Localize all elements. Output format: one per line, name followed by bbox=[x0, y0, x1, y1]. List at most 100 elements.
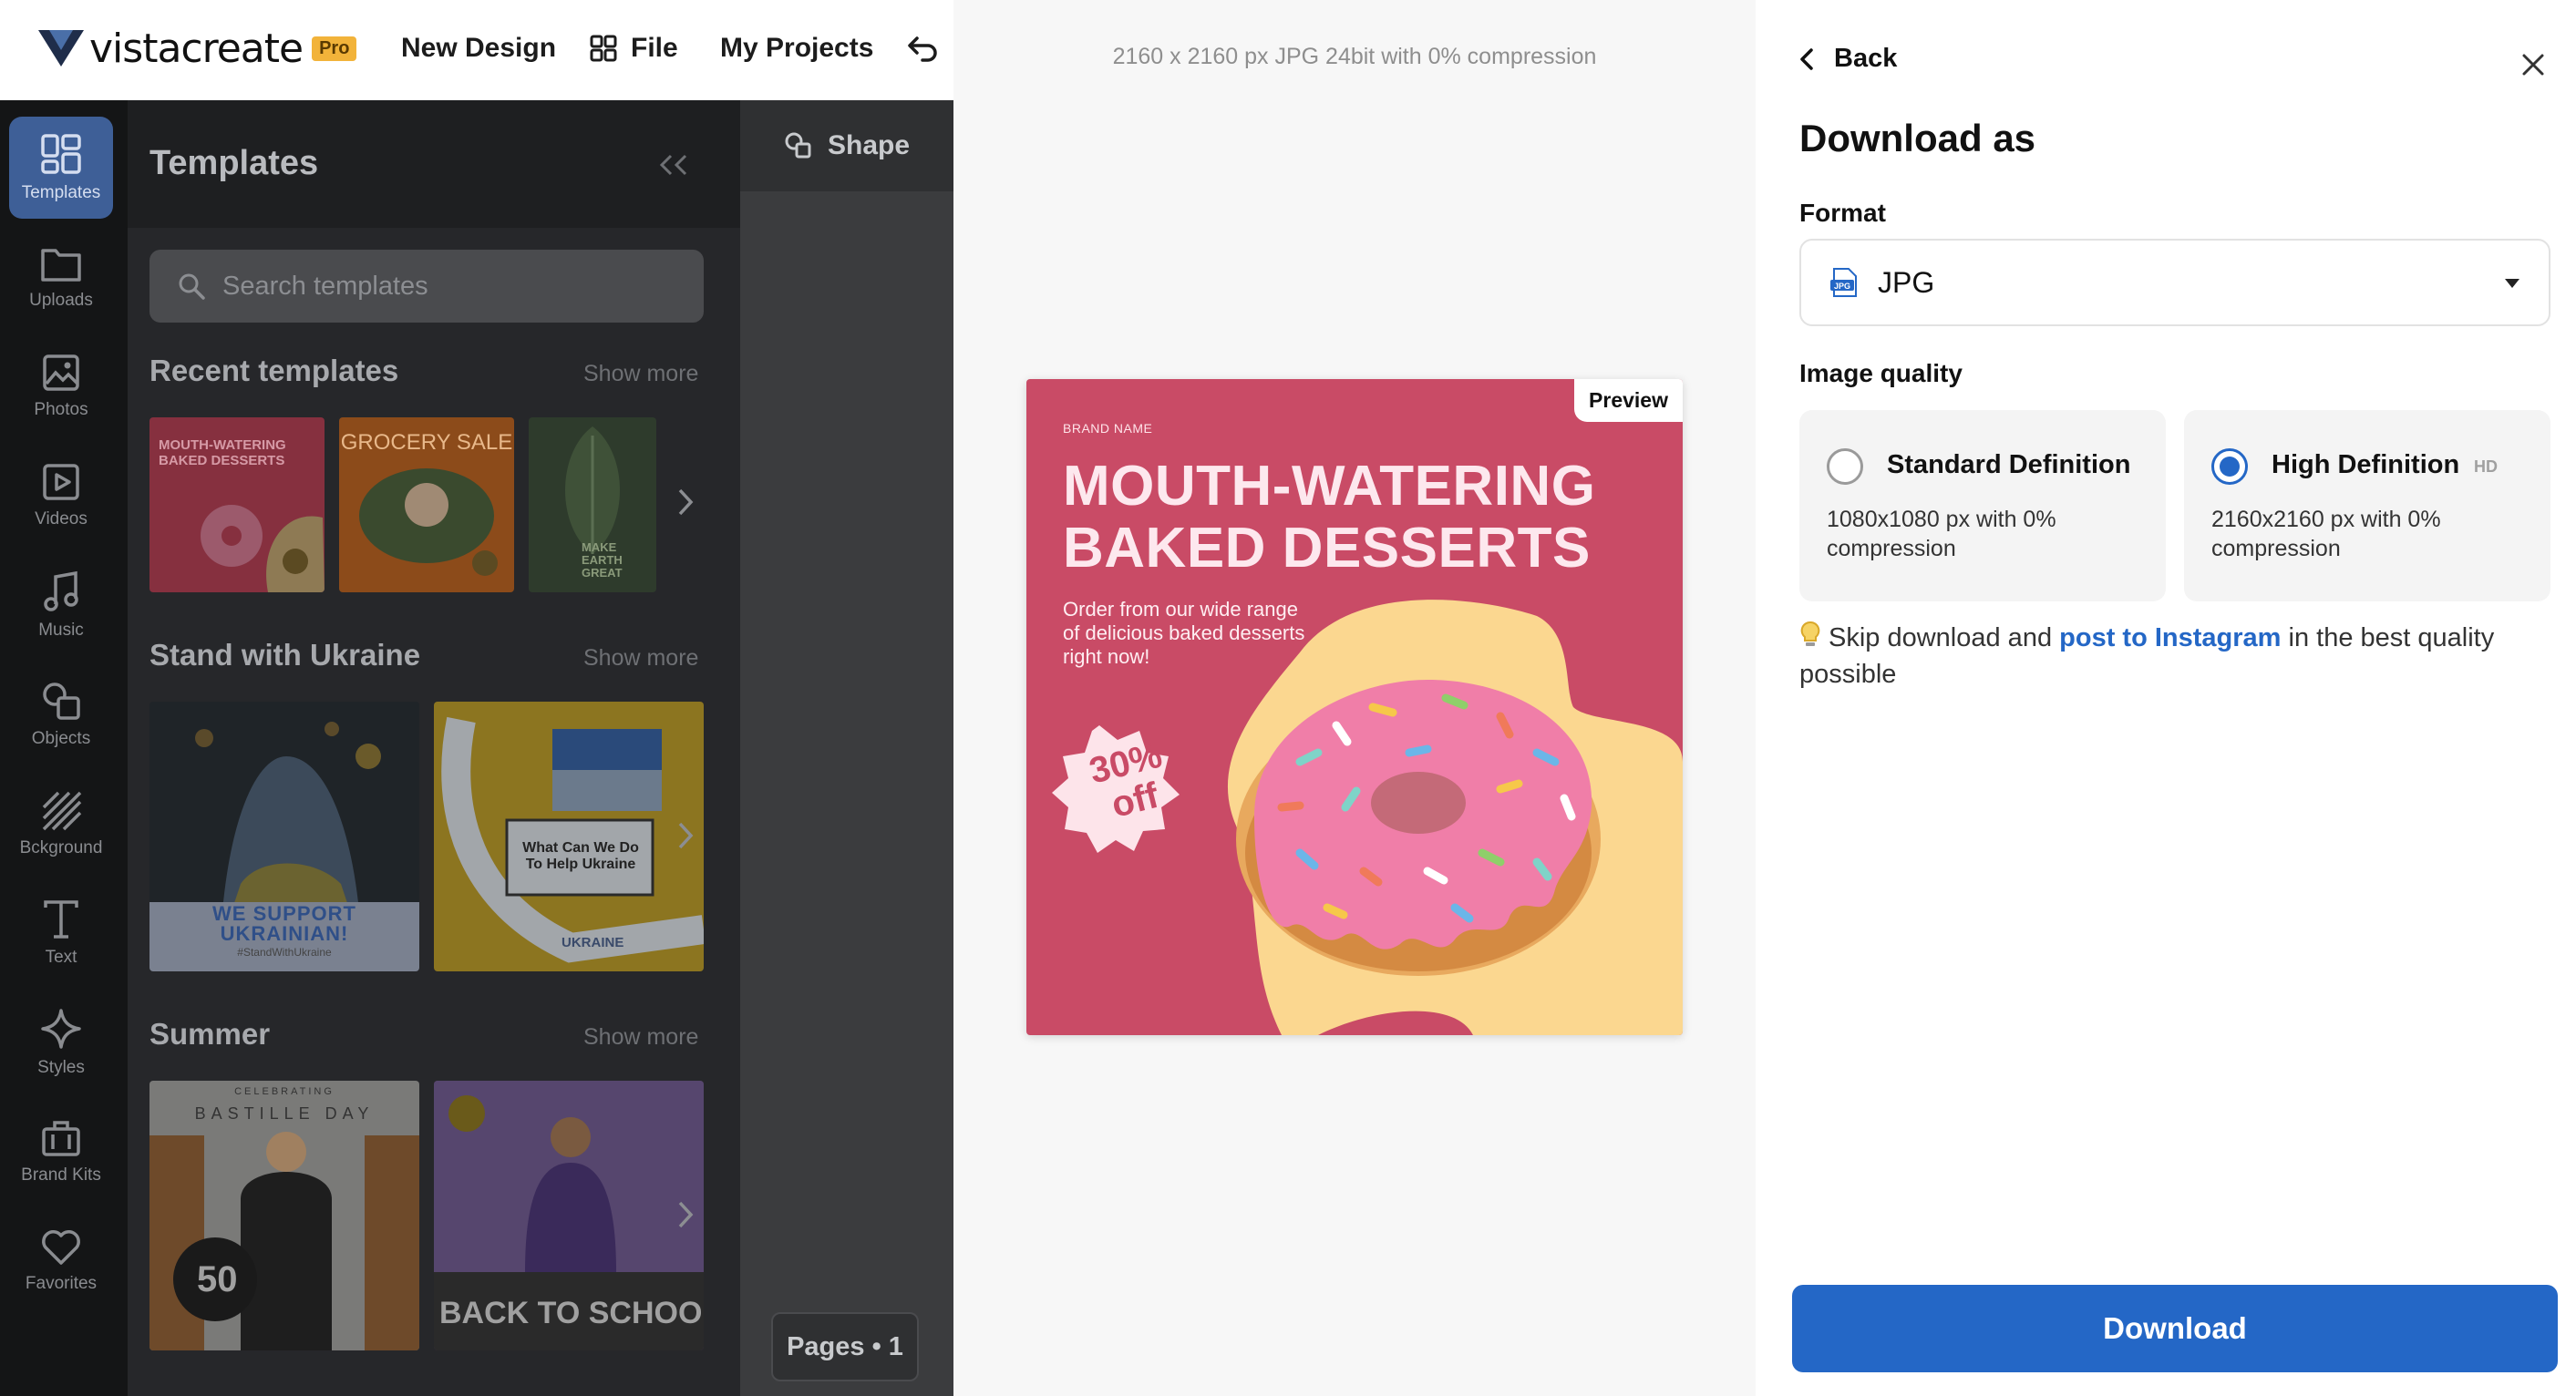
caret-down-icon bbox=[2505, 279, 2519, 288]
shape-label: Shape bbox=[828, 130, 911, 160]
thumb-celebrating: CELEBRATING bbox=[234, 1086, 335, 1097]
section-title-recent: Recent templates bbox=[149, 354, 399, 387]
post-to-instagram-link[interactable]: post to Instagram bbox=[2059, 623, 2281, 652]
poster-headline: MOUTH-WATERING BAKED DESSERTS bbox=[1063, 456, 1595, 580]
quality-option-desc: 2160x2160 px with 0% compression bbox=[2211, 507, 2441, 561]
thumb-ukraine-label: UKRAINE bbox=[562, 935, 624, 950]
my-projects-button[interactable]: My Projects bbox=[720, 33, 873, 64]
sidebar-item-templates[interactable]: Templates bbox=[9, 117, 113, 219]
poster-subtitle-line-3: right now! bbox=[1063, 645, 1150, 668]
svg-text:JPG: JPG bbox=[1834, 282, 1850, 291]
scroll-right-button[interactable] bbox=[676, 820, 695, 856]
sidebar-item-objects[interactable]: Objects bbox=[9, 663, 113, 765]
collapse-panel-button[interactable] bbox=[658, 153, 689, 181]
undo-button[interactable] bbox=[906, 31, 939, 64]
chevron-left-icon bbox=[1800, 47, 1813, 70]
sidebar-item-styles[interactable]: Styles bbox=[9, 991, 113, 1093]
briefcase-icon bbox=[42, 1121, 80, 1156]
scroll-right-button[interactable] bbox=[676, 487, 695, 522]
thumb-text: BASTILLE DAY bbox=[194, 1104, 375, 1123]
undo-icon bbox=[908, 36, 937, 62]
download-button[interactable]: Download bbox=[1792, 1285, 2558, 1372]
sidebar-item-label: Uploads bbox=[29, 291, 93, 310]
search-icon bbox=[179, 273, 205, 300]
background-icon bbox=[42, 791, 82, 831]
quality-option-standard[interactable]: Standard Definition 1080x1080 px with 0%… bbox=[1799, 410, 2166, 601]
file-info-text: 2160 x 2160 px JPG 24bit with 0% compres… bbox=[1112, 44, 1597, 69]
poster-brand-name: BRAND NAME bbox=[1063, 421, 1153, 436]
instagram-tip: Skip download and post to Instagram in t… bbox=[1799, 620, 2547, 693]
template-thumb-back-to-school[interactable]: BACK TO SCHOOL bbox=[434, 1081, 704, 1350]
music-icon bbox=[44, 570, 78, 611]
close-button[interactable] bbox=[2521, 53, 2545, 81]
sidebar-item-label: Text bbox=[45, 948, 77, 967]
format-value: JPG bbox=[1878, 265, 1935, 299]
jpg-file-icon: JPG bbox=[1830, 268, 1857, 297]
tool-sidebar: Templates Uploads Photos Videos Music Ob… bbox=[0, 100, 128, 1396]
preview-area: 2160 x 2160 px JPG 24bit with 0% compres… bbox=[953, 0, 1756, 1396]
shape-icon bbox=[785, 132, 811, 159]
editor-canvas-area bbox=[740, 100, 953, 1396]
thumb-fifty: 50 bbox=[197, 1259, 238, 1299]
template-thumb-grocery[interactable]: GROCERY SALE bbox=[339, 417, 514, 592]
shape-toolbar-button[interactable]: Shape bbox=[740, 100, 953, 191]
file-menu-button[interactable]: File bbox=[589, 33, 678, 64]
vistacreate-logo[interactable]: vistacreate Pro bbox=[38, 25, 357, 72]
sidebar-item-label: Templates bbox=[21, 183, 101, 202]
sidebar-item-videos[interactable]: Videos bbox=[9, 445, 113, 547]
thumb-text: MAKE EARTH GREAT bbox=[582, 540, 623, 580]
template-thumb-desserts[interactable]: MOUTH-WATERING BAKED DESSERTS bbox=[149, 417, 325, 592]
template-thumb-bastille[interactable]: CELEBRATING BASTILLE DAY 50 bbox=[149, 1081, 419, 1350]
sidebar-item-uploads[interactable]: Uploads bbox=[9, 226, 113, 328]
radio-standard[interactable] bbox=[1827, 448, 1863, 485]
section-title-ukraine: Stand with Ukraine bbox=[149, 638, 421, 672]
photo-icon bbox=[43, 354, 79, 391]
sparkle-icon bbox=[41, 1009, 81, 1049]
double-chevron-left-icon bbox=[659, 154, 687, 176]
sidebar-item-photos[interactable]: Photos bbox=[9, 335, 113, 437]
template-thumb-earth[interactable]: MAKE EARTH GREAT bbox=[529, 417, 656, 592]
scroll-right-button[interactable] bbox=[676, 1199, 695, 1235]
back-button[interactable]: Back bbox=[1799, 44, 1897, 74]
sidebar-item-text[interactable]: Text bbox=[9, 882, 113, 984]
logo-text: vistacreate bbox=[89, 25, 304, 72]
pages-button[interactable]: Pages • 1 bbox=[771, 1312, 919, 1381]
folder-icon bbox=[41, 249, 81, 282]
show-more-recent-link[interactable]: Show more bbox=[583, 361, 698, 387]
format-select[interactable]: JPG JPG bbox=[1799, 239, 2550, 326]
download-title: Download as bbox=[1799, 117, 2036, 159]
video-icon bbox=[43, 464, 79, 500]
top-bar: vistacreate Pro New Design File My Proje… bbox=[0, 0, 953, 100]
template-thumb-help-ukraine[interactable]: What Can We Do To Help Ukraine UKRAINE bbox=[434, 702, 704, 971]
text-icon bbox=[44, 900, 78, 939]
template-thumb-support-ukraine[interactable]: WE SUPPORT UKRAINIAN! #StandWithUkraine bbox=[149, 702, 419, 971]
show-more-summer-link[interactable]: Show more bbox=[583, 1024, 698, 1051]
poster-subtitle-line-1: Order from our wide range bbox=[1063, 598, 1298, 621]
radio-high[interactable] bbox=[2211, 448, 2248, 485]
editor-background: vistacreate Pro New Design File My Proje… bbox=[0, 0, 953, 1396]
sidebar-item-background[interactable]: Bckground bbox=[9, 773, 113, 875]
poster-subtitle-line-2: of delicious baked desserts bbox=[1063, 621, 1305, 644]
new-design-button[interactable]: New Design bbox=[401, 33, 556, 64]
sidebar-item-label: Bckground bbox=[19, 838, 103, 857]
image-quality-label: Image quality bbox=[1799, 359, 1963, 387]
poster-headline-line-1: MOUTH-WATERING bbox=[1063, 455, 1596, 518]
quality-option-name: Standard Definition bbox=[1887, 450, 2131, 479]
sidebar-item-label: Objects bbox=[31, 729, 91, 748]
show-more-ukraine-link[interactable]: Show more bbox=[583, 645, 698, 672]
quality-option-name: High Definition bbox=[2272, 450, 2460, 479]
thumb-text: WE SUPPORT UKRAINIAN! bbox=[212, 902, 356, 945]
search-templates-field[interactable] bbox=[149, 250, 704, 323]
sidebar-item-favorites[interactable]: Favorites bbox=[9, 1210, 113, 1312]
format-label: Format bbox=[1799, 199, 1886, 227]
preview-tag: Preview bbox=[1574, 379, 1683, 422]
logo-mark-icon bbox=[38, 30, 84, 67]
sidebar-item-label: Styles bbox=[37, 1058, 85, 1077]
quality-option-high[interactable]: High Definition HD 2160x2160 px with 0% … bbox=[2184, 410, 2550, 601]
pro-badge: Pro bbox=[312, 36, 357, 61]
sidebar-item-brand-kits[interactable]: Brand Kits bbox=[9, 1101, 113, 1203]
search-input[interactable] bbox=[222, 271, 678, 302]
sidebar-item-music[interactable]: Music bbox=[9, 554, 113, 656]
download-panel: Back Download as Format JPG JPG Image qu… bbox=[1756, 0, 2576, 1396]
thumb-text: What Can We Do To Help Ukraine bbox=[522, 840, 639, 872]
